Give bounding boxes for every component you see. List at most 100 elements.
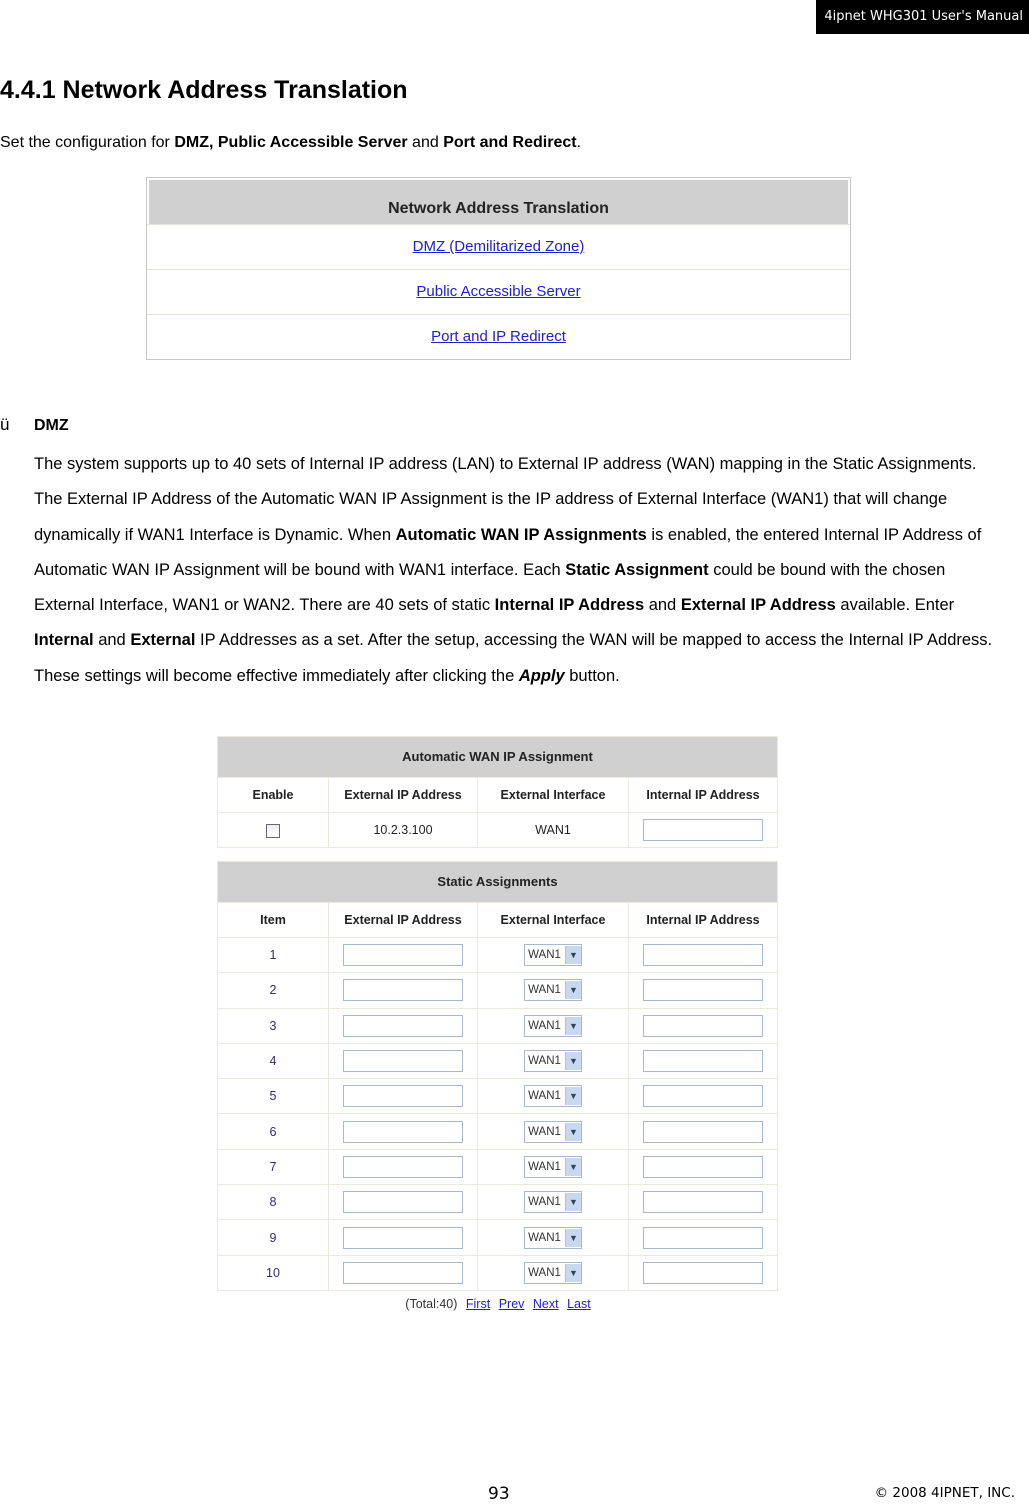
col-item: Item <box>217 902 329 938</box>
table-row: 3 WAN1 ▼ <box>217 1007 778 1044</box>
chevron-down-icon: ▼ <box>564 1193 581 1212</box>
interface-cell: WAN1 ▼ <box>477 1148 629 1186</box>
dmz-description: The system supports up to 40 sets of Int… <box>34 447 1009 694</box>
intro-bold-port-redirect: Port and Redirect <box>443 134 577 151</box>
table-row: 6 WAN1 ▼ <box>217 1113 778 1150</box>
external-ip-cell <box>328 1007 478 1044</box>
interface-select[interactable]: WAN1 ▼ <box>524 1226 582 1249</box>
internal-ip-input[interactable] <box>643 1191 763 1214</box>
pager: (Total:40) First Prev Next Last <box>0 1297 1029 1311</box>
emphasis-term: Internal <box>34 631 94 650</box>
internal-ip-input[interactable] <box>643 1050 763 1073</box>
internal-ip-input[interactable] <box>643 1085 763 1108</box>
emphasis-term: Automatic WAN IP Assignments <box>395 525 647 544</box>
external-ip-input[interactable] <box>343 1226 463 1249</box>
item-number: 7 <box>217 1148 329 1186</box>
table-row: 1 WAN1 ▼ <box>217 936 778 974</box>
interface-select[interactable]: WAN1 ▼ <box>524 1155 582 1178</box>
col-internal-ip: Internal IP Address <box>628 777 778 813</box>
table-row: 9 WAN1 ▼ <box>217 1219 778 1256</box>
external-ip-input[interactable] <box>343 944 463 967</box>
chevron-down-icon: ▼ <box>564 1087 581 1106</box>
copyright: © 2008 4IPNET, INC. <box>874 1485 1015 1501</box>
interface-select[interactable]: WAN1 ▼ <box>524 1261 582 1284</box>
pager-prev-link[interactable]: Prev <box>499 1297 525 1311</box>
emphasis-term: External IP Address <box>680 596 836 615</box>
interface-select[interactable]: WAN1 ▼ <box>524 1120 582 1143</box>
manual-header-tag: 4ipnet WHG301 User's Manual <box>816 0 1029 34</box>
external-ip-input[interactable] <box>343 1261 463 1284</box>
internal-ip-cell <box>628 1219 778 1256</box>
col-enable: Enable <box>217 777 329 813</box>
pager-last-link[interactable]: Last <box>567 1297 591 1311</box>
internal-ip-cell <box>628 811 778 849</box>
external-ip-cell <box>328 1254 478 1291</box>
dmz-heading: DMZ <box>34 417 69 434</box>
external-ip-cell <box>328 1042 478 1080</box>
interface-select[interactable]: WAN1 ▼ <box>524 944 582 967</box>
auto-interface: WAN1 <box>477 811 629 849</box>
pager-next-link[interactable]: Next <box>533 1297 559 1311</box>
interface-select[interactable]: WAN1 ▼ <box>524 1191 582 1214</box>
interface-value: WAN1 <box>528 1055 561 1068</box>
link-dmz[interactable]: DMZ (Demilitarized Zone) <box>413 238 585 255</box>
internal-ip-input[interactable] <box>643 1120 763 1143</box>
pager-first-link[interactable]: First <box>466 1297 490 1311</box>
internal-ip-input[interactable] <box>643 1014 763 1037</box>
emphasis-term: Internal IP Address <box>494 596 645 615</box>
table-row: 10 WAN1 ▼ <box>217 1254 778 1291</box>
auto-internal-ip-input[interactable] <box>643 819 763 842</box>
interface-select[interactable]: WAN1 ▼ <box>524 1085 582 1108</box>
nat-menu-panel: Network Address Translation DMZ (Demilit… <box>146 177 851 360</box>
checkmark-bullet-icon: ü <box>0 415 10 434</box>
col-internal-ip: Internal IP Address <box>628 902 778 938</box>
internal-ip-input[interactable] <box>643 1226 763 1249</box>
paragraph-text: and <box>93 631 131 650</box>
interface-cell: WAN1 ▼ <box>477 1007 629 1044</box>
external-ip-cell <box>328 972 478 1009</box>
interface-select[interactable]: WAN1 ▼ <box>524 1014 582 1037</box>
link-port-ip-redirect[interactable]: Port and IP Redirect <box>431 328 566 345</box>
chevron-down-icon: ▼ <box>564 1122 581 1141</box>
enable-cell <box>217 811 329 849</box>
interface-select[interactable]: WAN1 ▼ <box>524 1050 582 1073</box>
table-row: 4 WAN1 ▼ <box>217 1042 778 1080</box>
external-ip-cell <box>328 1184 478 1221</box>
nat-menu-row: Port and IP Redirect <box>147 314 850 359</box>
col-external-interface: External Interface <box>477 902 629 938</box>
link-public-accessible-server[interactable]: Public Accessible Server <box>416 283 580 300</box>
external-ip-input[interactable] <box>343 1050 463 1073</box>
external-ip-input[interactable] <box>343 1155 463 1178</box>
interface-cell: WAN1 ▼ <box>477 1254 629 1291</box>
internal-ip-cell <box>628 1042 778 1080</box>
auto-wan-table: Automatic WAN IP Assignment Enable Exter… <box>217 736 778 849</box>
interface-cell: WAN1 ▼ <box>477 1042 629 1080</box>
internal-ip-cell <box>628 1007 778 1044</box>
internal-ip-input[interactable] <box>643 979 763 1002</box>
chevron-down-icon: ▼ <box>564 981 581 1000</box>
external-ip-input[interactable] <box>343 1014 463 1037</box>
internal-ip-input[interactable] <box>643 1155 763 1178</box>
pager-total: (Total:40) <box>405 1297 458 1311</box>
external-ip-input[interactable] <box>343 1120 463 1143</box>
chevron-down-icon: ▼ <box>564 1228 581 1247</box>
external-ip-input[interactable] <box>343 1085 463 1108</box>
internal-ip-input[interactable] <box>643 944 763 967</box>
external-ip-input[interactable] <box>343 979 463 1002</box>
interface-value: WAN1 <box>528 1231 561 1244</box>
external-ip-input[interactable] <box>343 1191 463 1214</box>
enable-checkbox[interactable] <box>266 823 280 838</box>
external-ip-cell <box>328 1148 478 1186</box>
table-row: 2 WAN1 ▼ <box>217 972 778 1009</box>
auto-wan-title: Automatic WAN IP Assignment <box>217 736 778 778</box>
intro-suffix: . <box>576 134 582 151</box>
chevron-down-icon: ▼ <box>564 946 581 965</box>
internal-ip-cell <box>628 1254 778 1291</box>
intro-text: Set the configuration for DMZ, Public Ac… <box>0 134 581 152</box>
interface-cell: WAN1 ▼ <box>477 936 629 974</box>
external-ip-cell <box>328 1219 478 1256</box>
paragraph-text: and <box>644 596 681 615</box>
external-ip-cell <box>328 1113 478 1150</box>
internal-ip-input[interactable] <box>643 1261 763 1284</box>
interface-select[interactable]: WAN1 ▼ <box>524 979 582 1002</box>
